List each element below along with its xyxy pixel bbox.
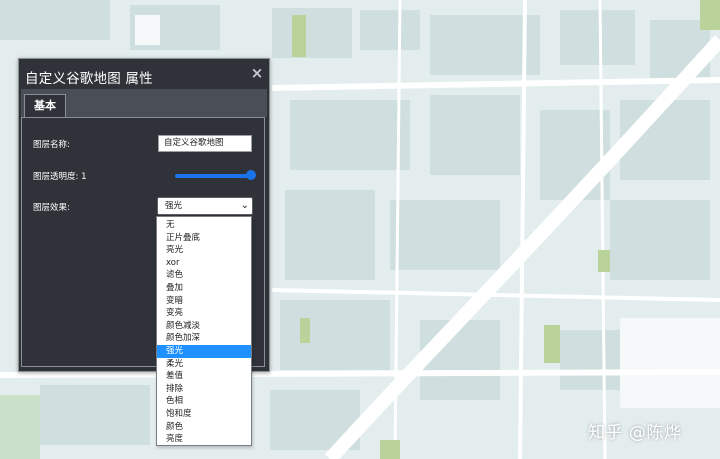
opacity-label: 图层透明度: 1 xyxy=(33,172,87,182)
opacity-slider-track[interactable] xyxy=(175,174,251,178)
dropdown-option[interactable]: 叠加 xyxy=(157,282,251,295)
dropdown-option[interactable]: 变暗 xyxy=(157,295,251,308)
tab-basic[interactable]: 基本 xyxy=(24,94,66,118)
dropdown-option[interactable]: 颜色加深 xyxy=(157,332,251,345)
dropdown-option[interactable]: 排除 xyxy=(157,383,251,396)
dropdown-option[interactable]: 颜色 xyxy=(157,421,251,434)
effect-dropdown-list: 无正片叠底 亮光 xor 滤色 叠加 变暗 变亮 颜色减淡 颜色加深 强光 柔光 差值 排除 色相 饱和度颜… xyxy=(156,216,252,446)
dropdown-option[interactable]: 亮度 xyxy=(157,433,251,446)
layer-name-label: 图层名称: xyxy=(33,140,70,150)
tab-bar: 基本 xyxy=(21,89,267,118)
dropdown-option[interactable]: 差值 xyxy=(157,370,251,383)
close-icon[interactable]: × xyxy=(250,66,264,81)
dropdown-option[interactable]: 亮光 xyxy=(157,244,251,257)
dropdown-option[interactable]: 滤色 xyxy=(157,269,251,282)
layer-name-input[interactable]: 自定义谷歌地图 xyxy=(158,135,252,152)
effect-label: 图层效果: xyxy=(33,203,70,213)
dropdown-option[interactable]: 强光 xyxy=(157,345,251,358)
dialog-title: 自定义谷歌地图 属性 xyxy=(25,71,153,87)
opacity-slider-thumb[interactable] xyxy=(246,170,256,180)
dropdown-option[interactable]: xor xyxy=(157,257,251,270)
dropdown-option[interactable]: 无 xyxy=(157,219,251,232)
dropdown-option[interactable]: 颜色减淡 xyxy=(157,320,251,333)
dropdown-option[interactable]: 色相 xyxy=(157,395,251,408)
dropdown-option[interactable]: 饱和度 xyxy=(157,408,251,421)
chevron-down-icon: ⌄ xyxy=(240,200,249,211)
effect-select-value: 强光 xyxy=(165,201,183,211)
dropdown-option[interactable]: 柔光 xyxy=(157,358,251,371)
dropdown-option[interactable]: 正片叠底 xyxy=(157,232,251,245)
effect-select[interactable]: 强光 ⌄ xyxy=(157,197,253,215)
watermark: 知乎 @陈烨 xyxy=(588,423,682,443)
dropdown-option[interactable]: 变亮 xyxy=(157,307,251,320)
